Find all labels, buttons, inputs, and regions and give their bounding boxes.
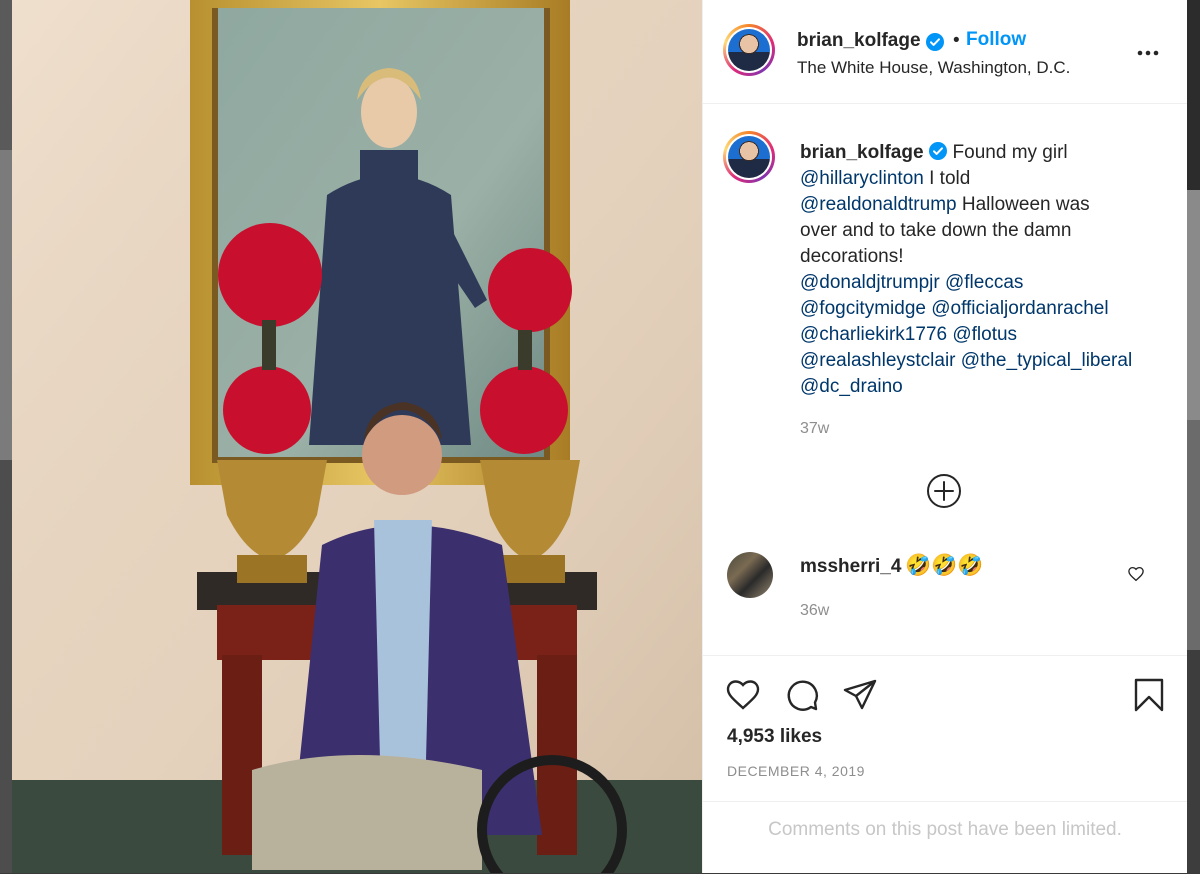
caption-line-7: @fogcitymidge @officialjordanrachel — [800, 296, 1160, 322]
verified-badge-icon — [926, 33, 944, 51]
follow-button[interactable]: Follow — [966, 29, 1026, 51]
separator-dot: • — [953, 30, 960, 51]
mention-link[interactable]: @fogcitymidge — [800, 298, 926, 319]
caption-line-1: brian_kolfage Found my girl — [800, 140, 1160, 166]
action-bar: 4,953 likes DECEMBER 4, 2019 — [703, 655, 1187, 802]
load-more-comments-icon[interactable] — [925, 472, 963, 510]
author-username[interactable]: brian_kolfage — [797, 30, 921, 52]
caption-line-3: @realdonaldtrump Halloween was — [800, 192, 1160, 218]
post-header: brian_kolfage • Follow The White House, … — [703, 0, 1187, 104]
post-location[interactable]: The White House, Washington, D.C. — [797, 58, 1070, 78]
mention-link[interactable]: @hillaryclinton — [800, 168, 924, 189]
background-page-right — [1186, 0, 1200, 873]
mention-link[interactable]: @the_typical_liberal — [961, 350, 1132, 371]
comments-limited-notice: Comments on this post have been limited. — [768, 819, 1122, 840]
commenter-avatar[interactable] — [727, 552, 773, 598]
comment-bubble-icon[interactable] — [784, 677, 820, 713]
mention-link[interactable]: @realashleystclair — [800, 350, 956, 371]
caption-line-5: decorations! — [800, 246, 904, 267]
mention-link[interactable]: @dc_draino — [800, 376, 903, 397]
comment-text: 🤣🤣🤣 — [905, 554, 984, 577]
post-sidebar: brian_kolfage • Follow The White House, … — [702, 0, 1187, 873]
mention-link[interactable]: @fleccas — [945, 272, 1023, 293]
mention-link[interactable]: @charliekirk1776 — [800, 324, 947, 345]
caption-line-6: @donaldjtrumpjr @fleccas — [800, 270, 1160, 296]
caption-username[interactable]: brian_kolfage — [800, 142, 924, 163]
comment-box-area: Comments on this post have been limited. — [703, 801, 1187, 874]
like-heart-icon[interactable] — [725, 677, 761, 713]
caption-line-10: @dc_draino — [800, 374, 1160, 400]
caption-line-8: @charliekirk1776 @flotus — [800, 322, 1160, 348]
post-date: DECEMBER 4, 2019 — [727, 763, 865, 779]
post-caption: brian_kolfage Found my girl @hillaryclint… — [800, 140, 1160, 400]
author-avatar[interactable] — [723, 24, 775, 76]
caption-line-9: @realashleystclair @the_typical_liberal — [800, 348, 1160, 374]
caption-line-4: over and to take down the damn — [800, 220, 1072, 241]
save-bookmark-icon[interactable] — [1131, 677, 1167, 713]
mention-link[interactable]: @flotus — [952, 324, 1017, 345]
caption-avatar[interactable] — [723, 131, 775, 183]
caption-text: Found my girl — [952, 142, 1068, 163]
more-options-icon[interactable] — [1137, 42, 1159, 64]
comment-like-icon[interactable] — [1127, 565, 1145, 583]
mention-link[interactable]: @donaldjtrumpjr — [800, 272, 940, 293]
mention-link[interactable]: @realdonaldtrump — [800, 194, 957, 215]
mention-link[interactable]: @officialjordanrachel — [931, 298, 1108, 319]
comment-username[interactable]: mssherri_4 — [800, 556, 901, 578]
caption-text: Halloween was — [956, 194, 1090, 215]
likes-count[interactable]: 4,953 likes — [727, 726, 822, 748]
share-paper-plane-icon[interactable] — [842, 677, 878, 713]
post-photo — [12, 0, 702, 873]
background-page-left — [0, 0, 12, 873]
verified-badge-icon — [928, 142, 947, 160]
caption-text: I told — [923, 168, 971, 189]
comment-timestamp[interactable]: 36w — [800, 602, 829, 620]
caption-line-2: @hillaryclinton I told — [800, 166, 1160, 192]
caption-timestamp[interactable]: 37w — [800, 420, 829, 438]
